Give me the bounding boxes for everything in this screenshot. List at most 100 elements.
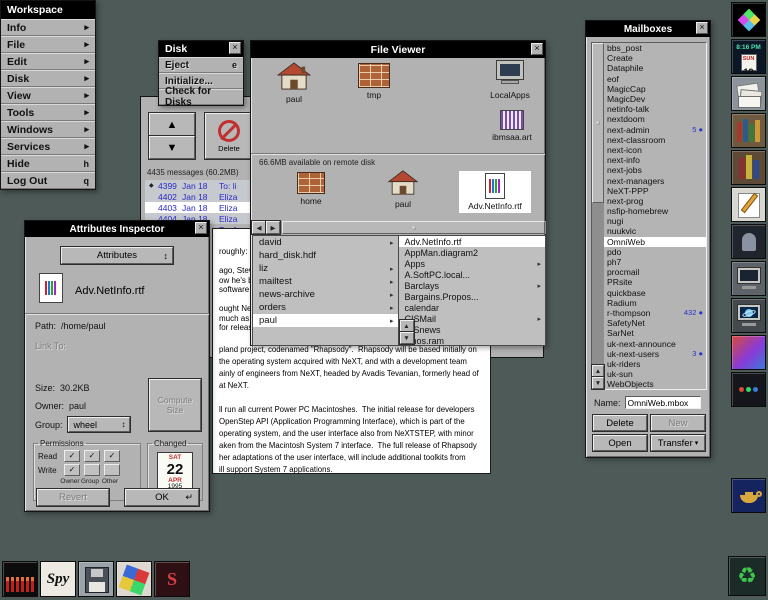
mailbox-row[interactable]: nugi	[604, 216, 706, 226]
file-viewer-titlebar[interactable]: File Viewer ×	[251, 41, 545, 58]
browser-row[interactable]: A.SoftPC.local...	[399, 269, 546, 280]
shelf-item-paul[interactable]: paul	[263, 62, 325, 104]
transfer-button[interactable]: Transfer ▾	[651, 435, 705, 451]
delete-mailbox-button[interactable]: Delete	[593, 415, 647, 431]
app-icon-colorful[interactable]	[116, 561, 152, 597]
path-item-selected-file[interactable]: Adv.NetInfo.rtf	[459, 171, 531, 213]
mailbox-row[interactable]: Create	[604, 53, 706, 63]
browser-row[interactable]: Apps ▸	[399, 258, 546, 269]
browser-row[interactable]: CISnews	[399, 324, 546, 335]
mailbox-row[interactable]: next-info	[604, 155, 706, 165]
inspector-titlebar[interactable]: Attributes Inspector ×	[25, 221, 209, 237]
menu-item[interactable]: Eject e	[159, 57, 243, 73]
vertical-scrollbar[interactable]: ▲ ▼	[592, 43, 604, 389]
dock-icon-books[interactable]	[731, 150, 766, 185]
dock-icon-terminal[interactable]	[731, 261, 766, 296]
menu-item[interactable]: Disk ▸	[1, 70, 95, 87]
browser-row[interactable]: Barclays ▸	[399, 280, 546, 291]
browser-row[interactable]: paul ▸	[253, 314, 398, 327]
mailbox-row[interactable]: next-classroom	[604, 135, 706, 145]
perm-check-group-read[interactable]: ✓	[84, 450, 100, 462]
mailbox-row[interactable]: next-icon	[604, 145, 706, 155]
browser-row[interactable]: david ▸	[253, 236, 398, 249]
app-icon-spy[interactable]: Spy	[40, 561, 76, 597]
browser-row[interactable]: hard_disk.hdf	[253, 249, 398, 262]
mailbox-row[interactable]: next-managers	[604, 175, 706, 186]
revert-button[interactable]: Revert	[37, 489, 109, 506]
browser-row[interactable]: Bargains.Propos...	[399, 291, 546, 302]
browser-row[interactable]: news-archive ▸	[253, 288, 398, 301]
mailbox-row[interactable]: pdo	[604, 247, 706, 257]
horizontal-scrollbar[interactable]: ◀ ▶	[252, 221, 546, 234]
shelf-item-ibmsaa[interactable]: ibmsaa.art	[481, 110, 543, 142]
mailbox-row[interactable]: nextdoom	[604, 114, 706, 124]
browser-row[interactable]: Adv.NetInfo.rtf	[398, 236, 545, 247]
inspector-mode-popup[interactable]: Attributes ↕	[61, 247, 173, 264]
perm-check-other-write[interactable]	[104, 464, 120, 476]
mail-delete-button[interactable]: Delete	[205, 113, 253, 159]
close-icon[interactable]: ×	[195, 222, 207, 234]
menu-item[interactable]: Windows ▸	[1, 121, 95, 138]
perm-check-other-read[interactable]: ✓	[104, 450, 120, 462]
mailboxes-titlebar[interactable]: Mailboxes ×	[586, 21, 710, 37]
scroll-left-button[interactable]: ◀	[252, 221, 266, 234]
dock-icon-recycler[interactable]: ♻	[728, 556, 766, 596]
disk-menu-titlebar[interactable]: Disk ×	[159, 41, 243, 57]
menu-item[interactable]: Tools ▸	[1, 104, 95, 121]
browser-row[interactable]: orders ▸	[253, 301, 398, 314]
menu-item[interactable]: Edit ▸	[1, 53, 95, 70]
mailbox-row[interactable]: NeXT-PPP	[604, 186, 706, 196]
dock-icon-dark-app[interactable]	[731, 224, 766, 259]
dock-icon-edit[interactable]	[731, 187, 766, 222]
browser-row[interactable]: mailtest ▸	[253, 275, 398, 288]
app-icon-s[interactable]: S	[154, 561, 190, 597]
mailbox-row[interactable]: SafetyNet	[604, 318, 706, 328]
dock-icon-clock[interactable]: 8:16 PM SUN 19	[731, 39, 766, 74]
compute-size-button[interactable]: Compute Size	[149, 379, 201, 431]
new-mailbox-button[interactable]: New	[651, 415, 705, 431]
mailbox-row[interactable]: r-thompson 432 ●	[604, 308, 706, 318]
open-mailbox-button[interactable]: Open	[593, 435, 647, 451]
mailbox-row[interactable]: procmail	[604, 267, 706, 277]
mailbox-row[interactable]: nsfip-homebrew	[604, 206, 706, 216]
scroll-down-button[interactable]: ▼	[399, 332, 414, 344]
scrollbar-thumb[interactable]	[592, 43, 604, 203]
dock-icon-graphics[interactable]	[731, 335, 766, 370]
close-icon[interactable]: ×	[229, 42, 241, 54]
dock-icon-librarian[interactable]	[731, 113, 766, 148]
scrollbar-thumb[interactable]	[282, 221, 545, 234]
menu-item[interactable]: Info ▸	[1, 19, 95, 36]
mailbox-row[interactable]: quickbase	[604, 288, 706, 298]
mailbox-row[interactable]: PRsite	[604, 277, 706, 287]
mailbox-row[interactable]: bbs_post	[604, 43, 706, 53]
mailbox-name-input[interactable]	[624, 396, 701, 409]
dock-icon-lamp[interactable]	[731, 478, 766, 513]
scroll-right-button[interactable]: ▶	[266, 221, 280, 234]
mailbox-row[interactable]: next-jobs	[604, 165, 706, 175]
mailbox-row[interactable]: next-admin 5 ●	[604, 125, 706, 135]
mailbox-row[interactable]: SarNet	[604, 328, 706, 338]
mailbox-row[interactable]: OmniWeb	[604, 236, 706, 247]
menu-item[interactable]: Hide h	[1, 155, 95, 172]
mailbox-row[interactable]: uk-riders	[604, 359, 706, 369]
browser-row[interactable]: calendar	[399, 302, 546, 313]
menu-item[interactable]: Log Out q	[1, 172, 95, 189]
workspace-menu-title[interactable]: Workspace	[1, 1, 95, 19]
mailbox-row[interactable]: MagicCap	[604, 84, 706, 94]
browser-row[interactable]: cmos.ram	[399, 335, 546, 346]
perm-check-owner-read[interactable]: ✓	[64, 450, 80, 462]
scroll-up-button[interactable]: ▲	[399, 320, 414, 332]
menu-item[interactable]: View ▸	[1, 87, 95, 104]
mail-next-button[interactable]: ▼	[149, 136, 195, 159]
dock-icon-dark-app-2[interactable]	[731, 372, 766, 407]
menu-item[interactable]: Services ▸	[1, 138, 95, 155]
dock-icon-mail[interactable]	[731, 76, 766, 111]
dock-icon-next-logo[interactable]	[731, 2, 766, 37]
mailbox-row[interactable]: nuukvic	[604, 226, 706, 236]
mail-prev-button[interactable]: ▲	[149, 113, 195, 136]
mailbox-row[interactable]: Dataphile	[604, 63, 706, 73]
mailbox-row[interactable]: ph7	[604, 257, 706, 267]
group-popup[interactable]: wheel ↕	[67, 417, 130, 432]
scroll-down-button[interactable]: ▼	[592, 377, 604, 389]
browser-row[interactable]: CISMail ▸	[399, 313, 546, 324]
